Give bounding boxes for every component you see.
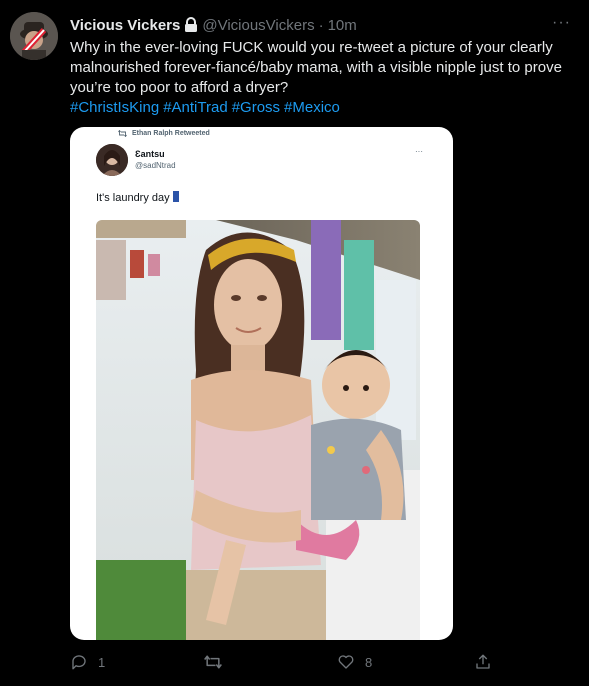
like-count: 8 — [365, 654, 373, 670]
hashtag-link[interactable]: #Mexico — [284, 99, 340, 116]
quoted-author-name: Ɛantsu — [135, 149, 165, 159]
quoted-more-icon: ··· — [415, 147, 423, 156]
reply-icon — [72, 655, 86, 670]
like-button[interactable]: 8 — [337, 653, 372, 671]
jeans-emoji-icon — [172, 191, 179, 202]
separator-dot: · — [318, 16, 324, 34]
hashtag-link[interactable]: #ChristIsKing — [70, 99, 159, 116]
tweet[interactable]: Vicious Vickers @ViciousVickers · 10m ··… — [0, 0, 589, 686]
tweet-header: Vicious Vickers @ViciousVickers · 10m — [70, 14, 569, 36]
hashtag-link[interactable]: #AntiTrad — [163, 99, 227, 116]
reply-count: 1 — [98, 654, 106, 670]
retweet-button[interactable] — [203, 653, 233, 671]
quoted-avatar — [96, 144, 128, 176]
attached-screenshot[interactable]: Ethan Ralph Retweeted Ɛantsu @sadNtrad ·… — [70, 127, 453, 640]
retweet-icon — [118, 130, 127, 137]
share-icon — [476, 654, 490, 669]
timestamp[interactable]: 10m — [328, 17, 357, 34]
quoted-author-handle: @sadNtrad — [135, 161, 176, 170]
author-avatar[interactable] — [10, 12, 58, 60]
reply-button[interactable]: 1 — [70, 653, 105, 671]
hashtag-link[interactable]: #Gross — [232, 99, 280, 116]
lock-icon — [184, 17, 198, 33]
author-name[interactable]: Vicious Vickers — [70, 17, 180, 34]
more-icon[interactable]: ··· — [552, 14, 571, 32]
share-button[interactable] — [474, 653, 492, 671]
retweet-icon — [204, 655, 222, 669]
author-handle[interactable]: @ViciousVickers — [202, 17, 314, 34]
quoted-text: It's laundry day — [96, 191, 179, 204]
tweet-text: Why in the ever-loving FUCK would you re… — [70, 39, 562, 96]
retweet-label: Ethan Ralph Retweeted — [118, 130, 210, 137]
hashtags: #ChristIsKing #AntiTrad #Gross #Mexico — [70, 98, 344, 118]
action-bar: 1 8 — [0, 648, 589, 676]
quoted-text-content: It's laundry day — [96, 192, 170, 204]
laundry-photo — [96, 220, 420, 640]
retweet-label-text: Ethan Ralph Retweeted — [132, 130, 210, 137]
like-icon — [338, 655, 354, 669]
